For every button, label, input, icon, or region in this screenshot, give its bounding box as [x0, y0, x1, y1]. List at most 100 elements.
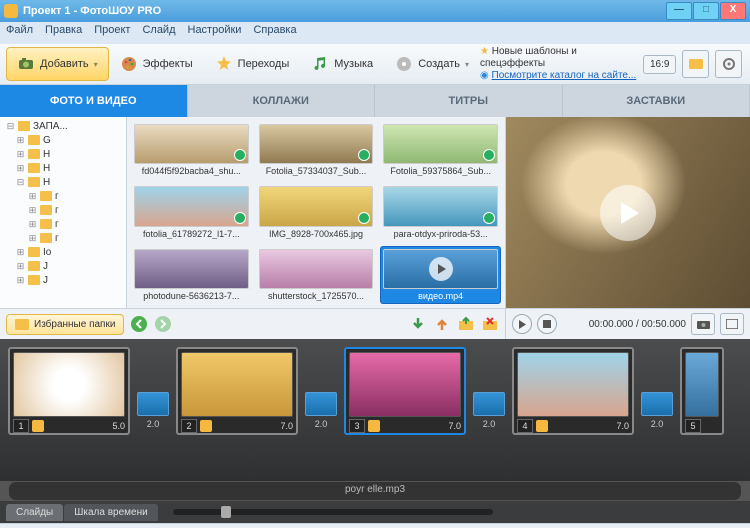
minimize-button[interactable]: — [666, 2, 692, 20]
timeline-slide[interactable]: 5 [680, 347, 724, 435]
tab-collage[interactable]: КОЛЛАЖИ [188, 85, 376, 117]
tab-titles[interactable]: ТИТРЫ [375, 85, 563, 117]
import-button[interactable] [409, 315, 427, 333]
transition-duration[interactable]: 2.0 [651, 419, 664, 429]
tab-photo[interactable]: ФОТО И ВИДЕО [0, 85, 188, 117]
music-button[interactable]: Музыка [300, 47, 384, 81]
folder-icon [40, 233, 52, 243]
timeline[interactable]: 15.0 2.0 27.0 2.0 37.0 2.0 47.0 2.0 5 [0, 339, 750, 481]
menu-edit[interactable]: Правка [45, 24, 82, 42]
menu-help[interactable]: Справка [253, 24, 296, 42]
slide-duration[interactable]: 5.0 [112, 421, 125, 431]
tree-item[interactable]: ⊞г [2, 231, 124, 245]
menu-file[interactable]: Файл [6, 24, 33, 42]
expand-icon[interactable]: ⊟ [6, 121, 15, 132]
timeline-slide[interactable]: 27.0 [176, 347, 298, 435]
back-button[interactable] [130, 315, 148, 333]
expand-icon[interactable]: ⊞ [28, 205, 37, 216]
stop-button[interactable] [537, 314, 557, 334]
tree-item[interactable]: ⊞G [2, 133, 124, 147]
timeline-tab-slides[interactable]: Слайды [6, 504, 63, 521]
create-button[interactable]: Создать ▾ [384, 47, 480, 81]
close-button[interactable]: X [720, 2, 746, 20]
transition-duration[interactable]: 2.0 [483, 419, 496, 429]
tree-item[interactable]: ⊟H [2, 175, 124, 189]
promo-link[interactable]: Посмотрите каталог на сайте... [492, 70, 637, 81]
expand-icon[interactable]: ⊞ [16, 247, 25, 258]
preview-play-overlay[interactable] [600, 185, 656, 241]
slide-duration[interactable]: 7.0 [616, 421, 629, 431]
expand-icon[interactable]: ⊞ [16, 163, 25, 174]
thumbnail[interactable]: para-otdyx-priroda-53... [380, 183, 501, 241]
menu-project[interactable]: Проект [94, 24, 130, 42]
expand-icon[interactable]: ⊞ [28, 219, 37, 230]
menu-settings[interactable]: Настройки [188, 24, 242, 42]
forward-button[interactable] [154, 315, 172, 333]
tree-item[interactable]: ⊞J [2, 273, 124, 287]
thumbnail[interactable]: видео.mp4 [380, 246, 501, 304]
timeline-slide[interactable]: 15.0 [8, 347, 130, 435]
add-to-favorites-button[interactable] [457, 315, 475, 333]
thumbnail[interactable]: IMG_8928-700x465.jpg [256, 183, 377, 241]
tree-item[interactable]: ⊞г [2, 203, 124, 217]
add-button[interactable]: Добавить ▾ [6, 47, 109, 81]
timeline-slide[interactable]: 37.0 [344, 347, 466, 435]
tree-item[interactable]: ⊞Io [2, 245, 124, 259]
zoom-handle[interactable] [221, 506, 231, 518]
preview-viewport[interactable] [506, 117, 750, 308]
transition-button[interactable] [473, 392, 505, 416]
thumbnail[interactable]: Fotolia_57334037_Sub... [256, 121, 377, 179]
settings-button[interactable] [715, 50, 742, 78]
file-browser: ⊟ЗАПА...⊞G⊞H⊞H⊟H⊞г⊞г⊞г⊞г⊞Io⊞J⊞J fd044f5f… [0, 117, 506, 339]
transition-duration[interactable]: 2.0 [315, 419, 328, 429]
fullscreen-button[interactable] [720, 313, 744, 335]
favorite-folders-button[interactable]: Избранные папки [6, 314, 124, 335]
expand-icon[interactable]: ⊞ [16, 275, 25, 286]
expand-icon[interactable]: ⊞ [16, 261, 25, 272]
tree-item[interactable]: ⊞H [2, 147, 124, 161]
thumbnail[interactable]: shutterstock_1725570... [256, 246, 377, 304]
transition-button[interactable] [305, 392, 337, 416]
zoom-slider[interactable] [173, 509, 493, 515]
expand-icon[interactable]: ⊞ [16, 135, 25, 146]
thumbnail[interactable]: fd044f5f92bacba4_shu... [131, 121, 252, 179]
timeline-slide[interactable]: 47.0 [512, 347, 634, 435]
screen-settings-button[interactable] [682, 50, 709, 78]
tab-splash[interactable]: ЗАСТАВКИ [563, 85, 750, 117]
tree-item[interactable]: ⊞H [2, 161, 124, 175]
edit-slide-button[interactable] [200, 420, 212, 432]
effects-button[interactable]: Эффекты [109, 47, 204, 81]
transition-duration[interactable]: 2.0 [147, 419, 160, 429]
timeline-tab-time[interactable]: Шкала времени [64, 504, 157, 521]
transitions-button[interactable]: Переходы [204, 47, 301, 81]
thumb-image [259, 124, 374, 164]
slide-duration[interactable]: 7.0 [280, 421, 293, 431]
edit-slide-button[interactable] [32, 420, 44, 432]
export-button[interactable] [433, 315, 451, 333]
aspect-ratio-button[interactable]: 16:9 [643, 55, 676, 74]
play-button[interactable] [512, 314, 532, 334]
transition-button[interactable] [641, 392, 673, 416]
expand-icon[interactable]: ⊞ [16, 149, 25, 160]
snapshot-button[interactable] [691, 313, 715, 335]
tree-item[interactable]: ⊞г [2, 189, 124, 203]
edit-slide-button[interactable] [368, 420, 380, 432]
expand-icon[interactable]: ⊞ [28, 233, 37, 244]
thumb-image [259, 249, 374, 289]
thumbnail[interactable]: Fotolia_59375864_Sub... [380, 121, 501, 179]
menu-slide[interactable]: Слайд [142, 24, 175, 42]
tree-item[interactable]: ⊞J [2, 259, 124, 273]
folder-tree[interactable]: ⊟ЗАПА...⊞G⊞H⊞H⊟H⊞г⊞г⊞г⊞г⊞Io⊞J⊞J [0, 117, 127, 308]
edit-slide-button[interactable] [536, 420, 548, 432]
expand-icon[interactable]: ⊟ [16, 177, 25, 188]
expand-icon[interactable]: ⊞ [28, 191, 37, 202]
maximize-button[interactable]: □ [693, 2, 719, 20]
thumbnail[interactable]: photodune-5636213-7... [131, 246, 252, 304]
audio-track[interactable]: poyr elle.mp3 [8, 481, 742, 501]
tree-item[interactable]: ⊟ЗАПА... [2, 119, 124, 133]
tree-item[interactable]: ⊞г [2, 217, 124, 231]
thumbnail[interactable]: fotolia_61789272_l1-7... [131, 183, 252, 241]
slide-duration[interactable]: 7.0 [448, 421, 461, 431]
remove-from-favorites-button[interactable] [481, 315, 499, 333]
transition-button[interactable] [137, 392, 169, 416]
